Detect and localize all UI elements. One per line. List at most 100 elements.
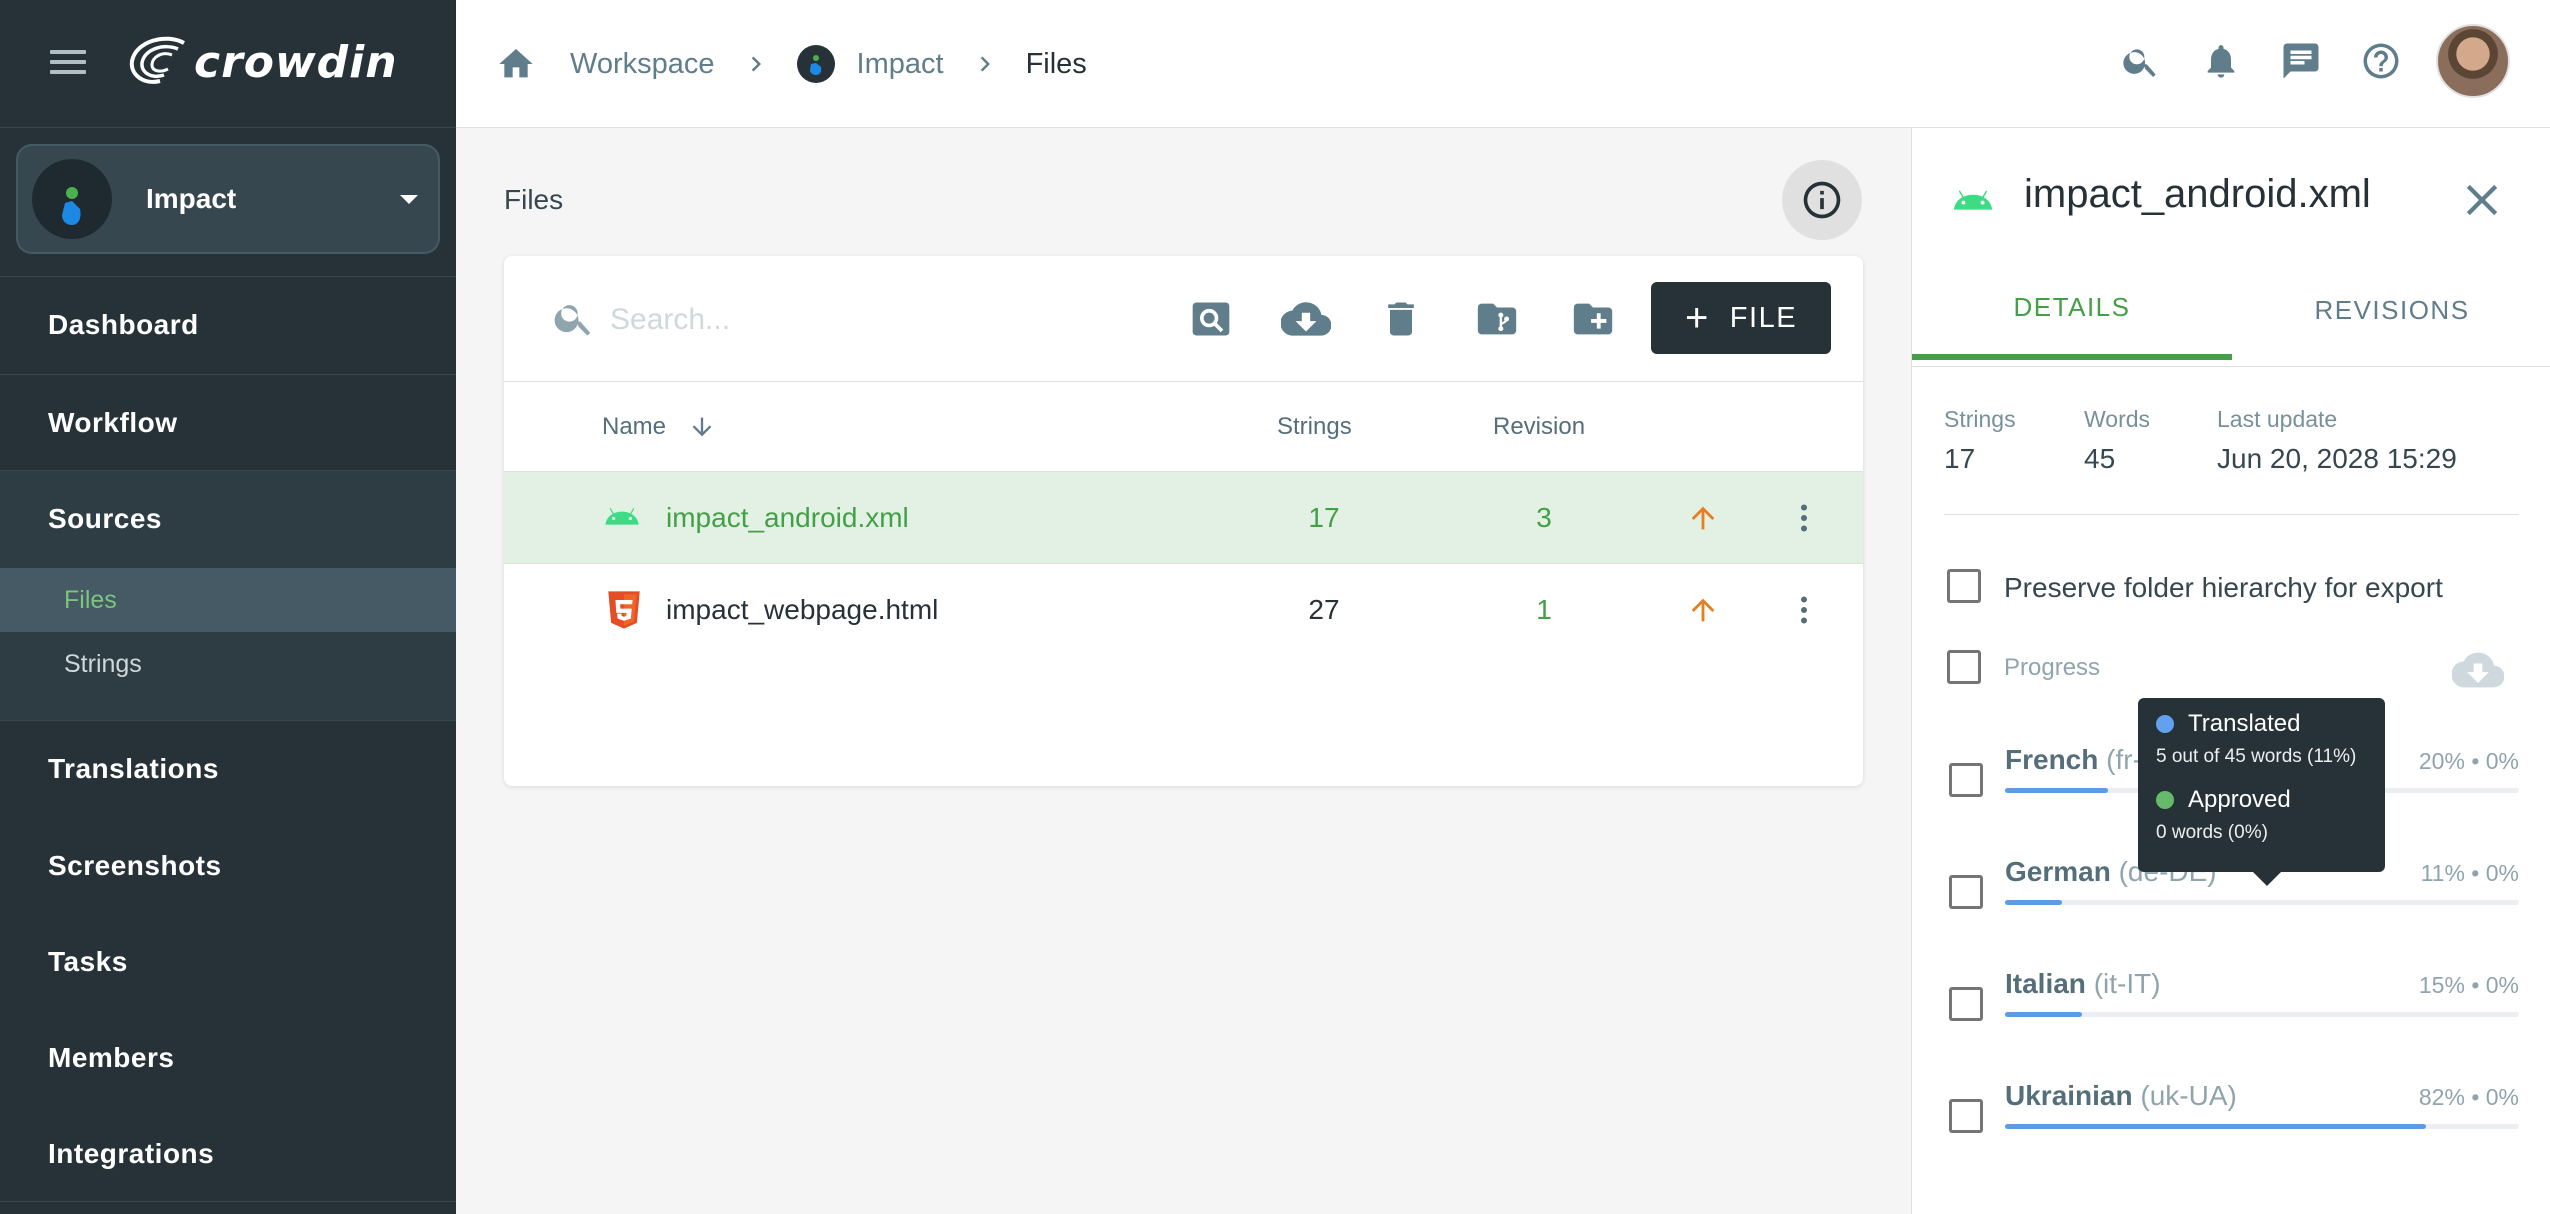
progress-bar [2005,900,2519,905]
select-all-languages-checkbox[interactable] [1947,650,1981,684]
android-icon [1950,182,1996,222]
table-header: Name Strings Revision [504,382,1863,472]
sidebar-item-dashboard[interactable]: Dashboard [0,276,456,372]
sidebar-item-integrations[interactable]: Integrations [0,1106,456,1202]
breadcrumb-current: Files [1025,47,1087,80]
upload-arrow-icon[interactable] [1686,472,1720,564]
tooltip-approved-label: Approved [2188,786,2291,813]
search-icon[interactable] [2116,36,2166,86]
breadcrumb-workspace[interactable]: Workspace [570,48,715,81]
crowdin-logo[interactable]: crowdin [126,30,398,94]
android-icon [602,472,642,564]
stat-last-update: Last update Jun 20, 2028 15:29 [2217,406,2457,475]
divider [1944,514,2519,515]
sidebar-subitem-strings[interactable]: Strings [0,632,456,696]
breadcrumb: Workspace Impact Files [496,34,1087,94]
project-selector[interactable]: Impact [16,144,440,254]
language-checkbox[interactable] [1949,763,1983,797]
tooltip-translated: Translated [2156,710,2367,738]
info-icon[interactable] [1782,160,1862,240]
stat-words-label: Words [2084,406,2151,432]
bell-icon[interactable] [2196,36,2246,86]
progress-bar-fill [2005,900,2062,905]
stat-updated-value: Jun 20, 2028 15:29 [2217,443,2457,474]
language-checkbox[interactable] [1949,875,1983,909]
preserve-hierarchy-checkbox[interactable] [1947,569,1981,603]
language-name-text: Ukrainian [2005,1080,2133,1111]
file-name[interactable]: impact_webpage.html [666,564,938,656]
sidebar-item-workflow[interactable]: Workflow [0,374,456,470]
top-actions [2116,24,2510,98]
sidebar-item-tasks[interactable]: Tasks [0,914,456,1010]
cloud-download-icon[interactable] [1281,294,1331,344]
project-avatar-small [796,45,835,83]
language-checkbox[interactable] [1949,1099,1983,1133]
progress-bar [2005,1012,2519,1017]
impact-logo-icon [62,187,81,225]
progress-tooltip: Translated 5 out of 45 words (11%) Appro… [2138,698,2385,886]
add-file-label: FILE [1729,301,1798,334]
stat-words-value: 45 [2084,443,2116,474]
language-row[interactable]: Italian (it-IT) 15% • 0% [2005,968,2519,1048]
user-avatar[interactable] [2436,24,2510,98]
sidebar-item-screenshots[interactable]: Screenshots [0,818,456,914]
stat-updated-label: Last update [2217,406,2338,432]
sidebar-subitem-files[interactable]: Files [0,568,456,632]
crowdin-logo-icon [129,36,185,84]
delete-icon[interactable] [1376,294,1426,344]
stat-strings-label: Strings [1944,406,2016,432]
table-row[interactable]: impact_android.xml 17 3 [504,472,1863,564]
language-percent: 15% • 0% [2418,972,2519,998]
sidebar: crowdin Impact Dashboard Workflow Source… [0,0,456,1214]
sidebar-item-members[interactable]: Members [0,1010,456,1106]
hamburger-menu-icon[interactable] [50,44,94,80]
close-icon[interactable] [2456,174,2508,226]
progress-bar [2005,1124,2519,1129]
tooltip-approved: Approved [2156,786,2367,814]
progress-bar-fill [2005,1012,2083,1017]
table-row[interactable]: impact_webpage.html 27 1 [504,564,1863,656]
sidebar-item-sources[interactable]: Sources [0,470,456,566]
add-file-button[interactable]: + FILE [1651,282,1831,354]
language-name: Ukrainian (uk-UA) [2005,1080,2237,1112]
language-code: (uk-UA) [2140,1080,2237,1111]
tab-revisions[interactable]: REVISIONS [2232,260,2550,360]
search-input[interactable] [610,292,1110,348]
more-options-icon[interactable] [1786,564,1822,656]
messages-icon[interactable] [2276,36,2326,86]
home-icon[interactable] [496,44,536,84]
language-name-text: Italian [2005,968,2086,999]
more-options-icon[interactable] [1786,472,1822,564]
language-name-text: French [2005,744,2099,775]
project-avatar [32,159,112,239]
breadcrumb-project[interactable]: Impact [857,48,944,81]
panel-title: impact_android.xml [2024,172,2371,216]
progress-label: Progress [2004,654,2101,681]
add-folder-icon[interactable] [1568,294,1618,344]
file-name[interactable]: impact_android.xml [666,472,909,564]
sort-arrow-down-icon [692,417,712,437]
html5-icon [606,564,642,656]
column-header-name[interactable]: Name [602,382,716,472]
cloud-download-icon[interactable] [2452,644,2504,696]
add-branch-icon[interactable] [1472,294,1522,344]
file-revision: 3 [1536,502,1552,533]
language-percent: 11% • 0% [2420,860,2519,886]
language-row[interactable]: Ukrainian (uk-UA) 82% • 0% [2005,1080,2519,1160]
language-checkbox[interactable] [1949,987,1983,1021]
language-percent: 82% • 0% [2418,1084,2519,1110]
tooltip-translated-label: Translated [2188,710,2301,737]
sidebar-header: crowdin [0,0,456,128]
find-in-files-icon[interactable] [1186,294,1236,344]
logo-text: crowdin [194,36,398,88]
tab-details[interactable]: DETAILS [1912,260,2232,360]
language-percent: 20% • 0% [2418,748,2519,774]
stat-words: Words 45 [2084,406,2150,475]
sidebar-item-translations[interactable]: Translations [0,720,456,816]
progress-bar-fill [2005,1124,2427,1129]
help-icon[interactable] [2356,36,2406,86]
column-header-strings: Strings [1277,413,1352,440]
file-strings-count: 17 [1308,502,1340,533]
upload-arrow-icon[interactable] [1686,564,1720,656]
language-name: Italian (it-IT) [2005,968,2161,1000]
